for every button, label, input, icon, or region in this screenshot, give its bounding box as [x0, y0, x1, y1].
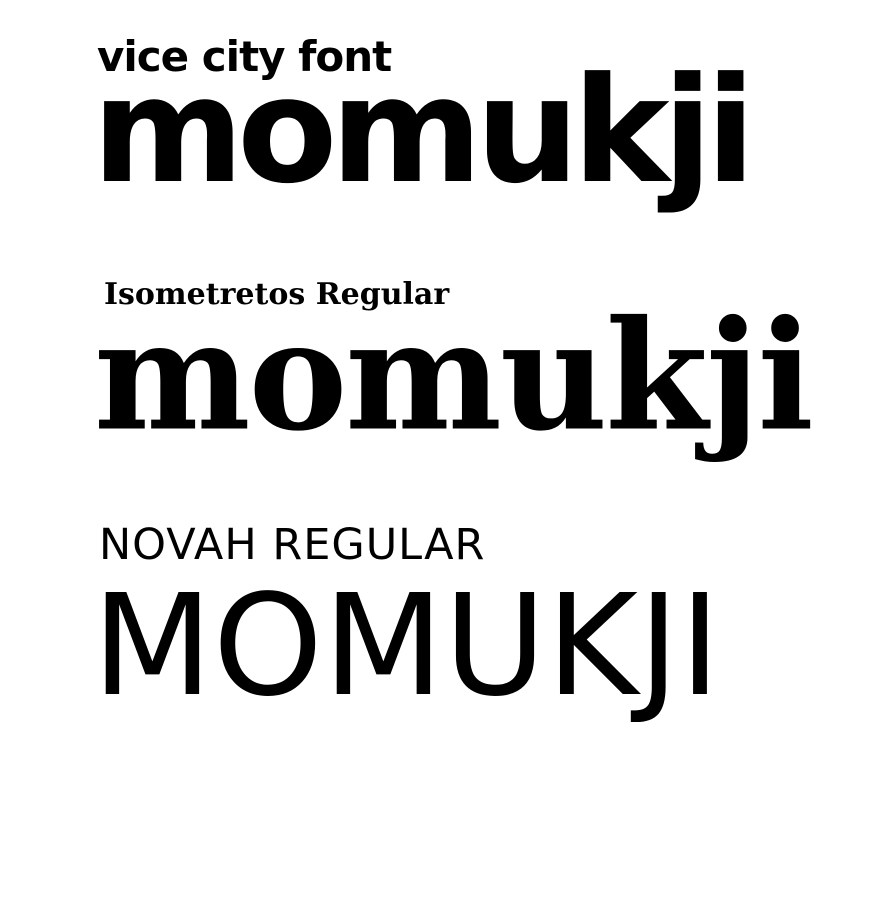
- specimen-sample-novah: MOMUKJI: [92, 565, 721, 728]
- specimen-label-novah: NOVAH REGULAR: [99, 520, 486, 570]
- specimen-sample-isometretos: momukji: [94, 286, 814, 465]
- specimen-sample-vice-city: momukji: [92, 46, 756, 216]
